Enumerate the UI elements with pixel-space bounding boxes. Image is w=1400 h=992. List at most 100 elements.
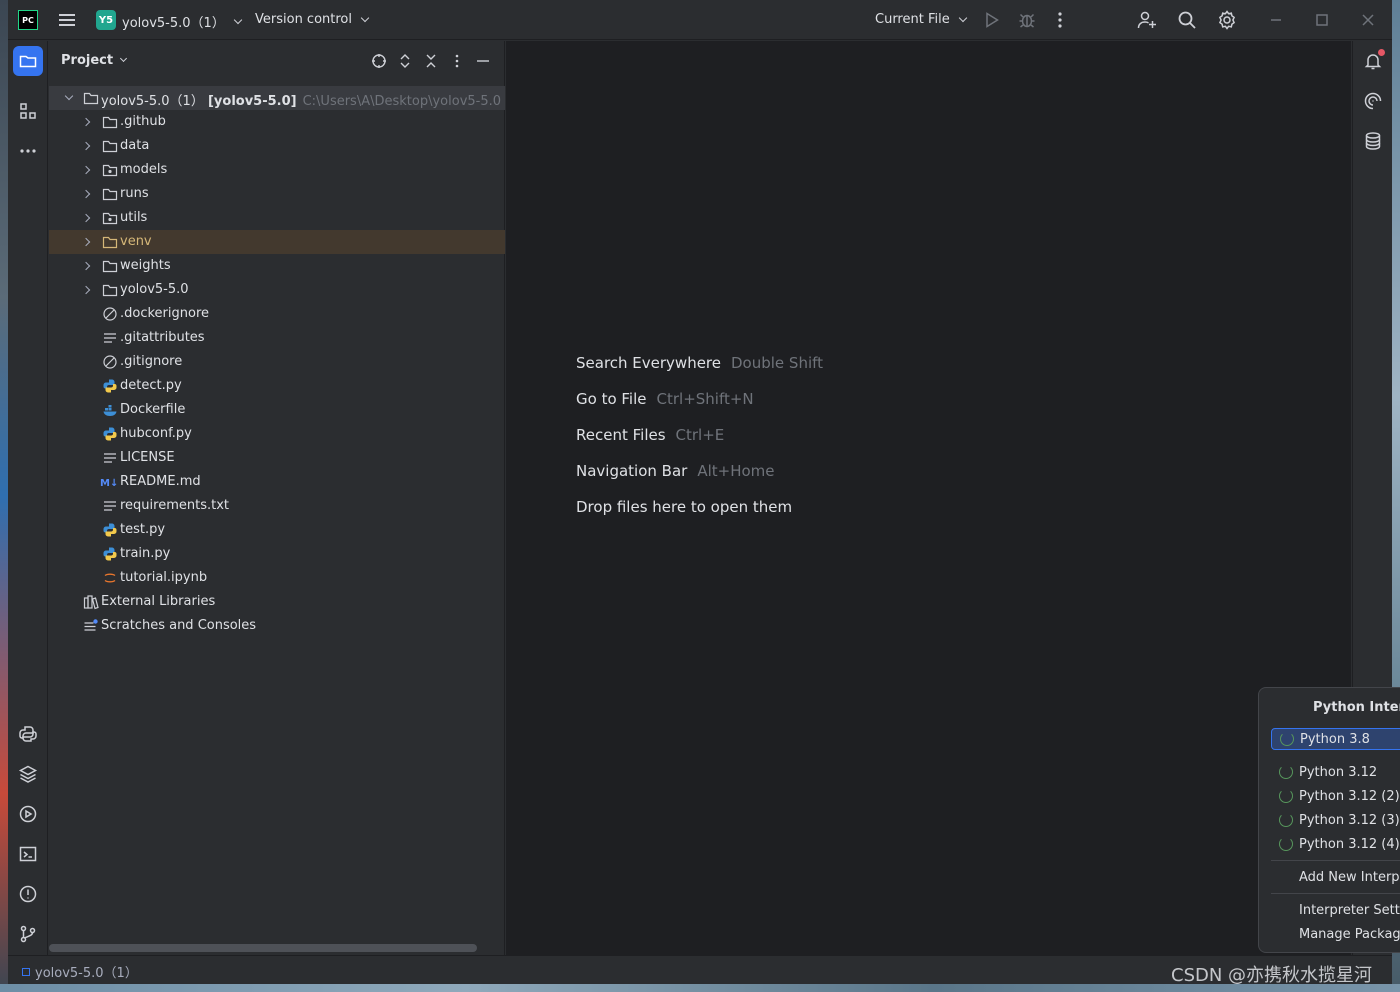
select-opened-file-icon[interactable] (371, 53, 387, 69)
tree-item-tutorial-ipynb[interactable]: tutorial.ipynb (49, 566, 505, 590)
python-file-icon (102, 378, 118, 394)
project-tool-button[interactable] (13, 46, 43, 76)
chevron-right-icon[interactable] (81, 237, 91, 247)
tree-item-license[interactable]: LICENSE (49, 446, 505, 470)
python-packages-tool-button[interactable] (13, 759, 43, 789)
structure-tool-button[interactable] (13, 96, 43, 126)
interpreter-option-python-3-12-3[interactable]: Python 3.12 (3) (1271, 809, 1400, 831)
tree-item-dockerignore[interactable]: .dockerignore (49, 302, 505, 326)
watermark-text: CSDN @亦携秋水揽星河 (1171, 965, 1373, 986)
tree-item-dockerfile[interactable]: Dockerfile (49, 398, 505, 422)
chevron-right-icon[interactable] (81, 285, 91, 295)
notifications-button[interactable] (1358, 46, 1388, 76)
tree-item-train-py[interactable]: train.py (49, 542, 505, 566)
python-console-tool-button[interactable] (13, 719, 43, 749)
debug-bug-icon[interactable] (1018, 11, 1036, 29)
code-with-me-icon[interactable] (1137, 10, 1157, 30)
run-icon[interactable] (985, 12, 999, 28)
more-actions-icon[interactable] (1054, 11, 1066, 29)
tree-item-weights[interactable]: weights (49, 254, 505, 278)
status-project-breadcrumb[interactable]: yolov5-5.0（1） (22, 962, 138, 981)
main-menu-button[interactable] (58, 11, 76, 29)
add-new-interpreter-item[interactable]: Add New Interpr (1271, 866, 1400, 888)
maximize-window-icon[interactable] (1312, 10, 1332, 30)
more-tool-windows-button[interactable] (13, 136, 43, 166)
horizontal-scrollbar[interactable] (49, 944, 477, 952)
interpreter-option-python-3-12-4[interactable]: Python 3.12 (4) (1271, 833, 1400, 855)
hint-label: Navigation Bar (576, 462, 688, 480)
chevron-right-icon[interactable] (81, 213, 91, 223)
chevron-right-icon[interactable] (81, 117, 91, 127)
tree-item-utils[interactable]: utils (49, 206, 505, 230)
gear-icon[interactable] (1217, 10, 1237, 30)
interpreter-option-python-3-12-2[interactable]: Python 3.12 (2) (1271, 785, 1400, 807)
chevron-down-icon (120, 54, 128, 63)
tree-root-row[interactable]: yolov5-5.0（1） [yolov5-5.0] C:\Users\A\Des… (49, 86, 505, 110)
loading-spinner-icon (1279, 765, 1293, 779)
tree-item-label: models (120, 162, 168, 177)
editor-empty-area[interactable]: Search Everywhere Double Shift Go to File… (506, 41, 1351, 955)
minimize-window-icon[interactable] (1266, 10, 1286, 30)
search-icon[interactable] (1177, 10, 1197, 30)
project-switcher[interactable]: yolov5-5.0（1） (122, 12, 243, 31)
popup-separator (1271, 860, 1400, 861)
menu-item-label: Add New Interpr (1299, 869, 1400, 885)
interpreter-settings-item[interactable]: Interpreter Setti (1271, 899, 1400, 921)
tree-item-gitignore[interactable]: .gitignore (49, 350, 505, 374)
tree-item-label: test.py (120, 522, 166, 537)
tree-item-label: yolov5-5.0 (120, 282, 189, 297)
tree-item-label: Scratches and Consoles (101, 618, 257, 633)
hint-drop-files: Drop files here to open them (576, 498, 792, 516)
manage-packages-item[interactable]: Manage Package (1271, 923, 1400, 945)
tree-item-readme[interactable]: M↓ README.md (49, 470, 505, 494)
tree-item-github[interactable]: .github (49, 110, 505, 134)
menu-item-label: Manage Package (1299, 926, 1400, 942)
loading-spinner-icon (1279, 813, 1293, 827)
chevron-right-icon[interactable] (81, 261, 91, 271)
tree-item-detect-py[interactable]: detect.py (49, 374, 505, 398)
git-tool-button[interactable] (13, 919, 43, 949)
collapse-all-icon[interactable] (423, 53, 439, 69)
docker-icon (102, 402, 118, 418)
tree-item-external-libraries[interactable]: External Libraries (49, 590, 505, 614)
hide-panel-icon[interactable] (475, 53, 491, 69)
database-button[interactable] (1358, 126, 1388, 156)
interpreter-option-python-3-12[interactable]: Python 3.12 (1271, 761, 1400, 783)
close-window-icon[interactable] (1358, 10, 1378, 30)
chevron-right-icon[interactable] (81, 141, 91, 151)
project-view-selector[interactable]: Project (61, 53, 128, 68)
chevron-right-icon[interactable] (81, 189, 91, 199)
ai-assistant-button[interactable] (1358, 86, 1388, 116)
tree-item-test-py[interactable]: test.py (49, 518, 505, 542)
version-control-label: Version control (255, 12, 352, 27)
folder-icon (102, 282, 118, 298)
library-icon (83, 594, 99, 610)
tree-item-gitattributes[interactable]: .gitattributes (49, 326, 505, 350)
chevron-down-icon[interactable] (64, 91, 74, 101)
project-tool-window: Project yolov5-5.0（1） [yolov5-5.0] C:\Us… (49, 41, 505, 955)
loading-spinner-icon (1280, 732, 1294, 746)
expand-all-icon[interactable] (397, 53, 413, 69)
chevron-right-icon[interactable] (81, 165, 91, 175)
run-configuration-selector[interactable]: Current File (875, 12, 967, 27)
folder-icon (102, 114, 118, 130)
tree-item-models[interactable]: models (49, 158, 505, 182)
tree-item-data[interactable]: data (49, 134, 505, 158)
tree-item-scratches[interactable]: Scratches and Consoles (49, 614, 505, 638)
tree-item-venv[interactable]: venv (49, 230, 505, 254)
options-menu-icon[interactable] (449, 53, 465, 69)
version-control-menu[interactable]: Version control (255, 12, 370, 27)
tree-item-yolov5[interactable]: yolov5-5.0 (49, 278, 505, 302)
terminal-tool-button[interactable] (13, 839, 43, 869)
left-tool-window-bar (8, 41, 48, 955)
ai-assistant-icon (1364, 92, 1382, 110)
tree-item-label: train.py (120, 546, 171, 561)
services-tool-button[interactable] (13, 799, 43, 829)
interpreter-option-python-3-8[interactable]: Python 3.8 (1271, 728, 1400, 750)
tree-item-requirements[interactable]: requirements.txt (49, 494, 505, 518)
tree-item-label: detect.py (120, 378, 182, 393)
tree-item-label: .github (120, 114, 166, 129)
problems-tool-button[interactable] (13, 879, 43, 909)
tree-item-runs[interactable]: runs (49, 182, 505, 206)
tree-item-hubconf-py[interactable]: hubconf.py (49, 422, 505, 446)
